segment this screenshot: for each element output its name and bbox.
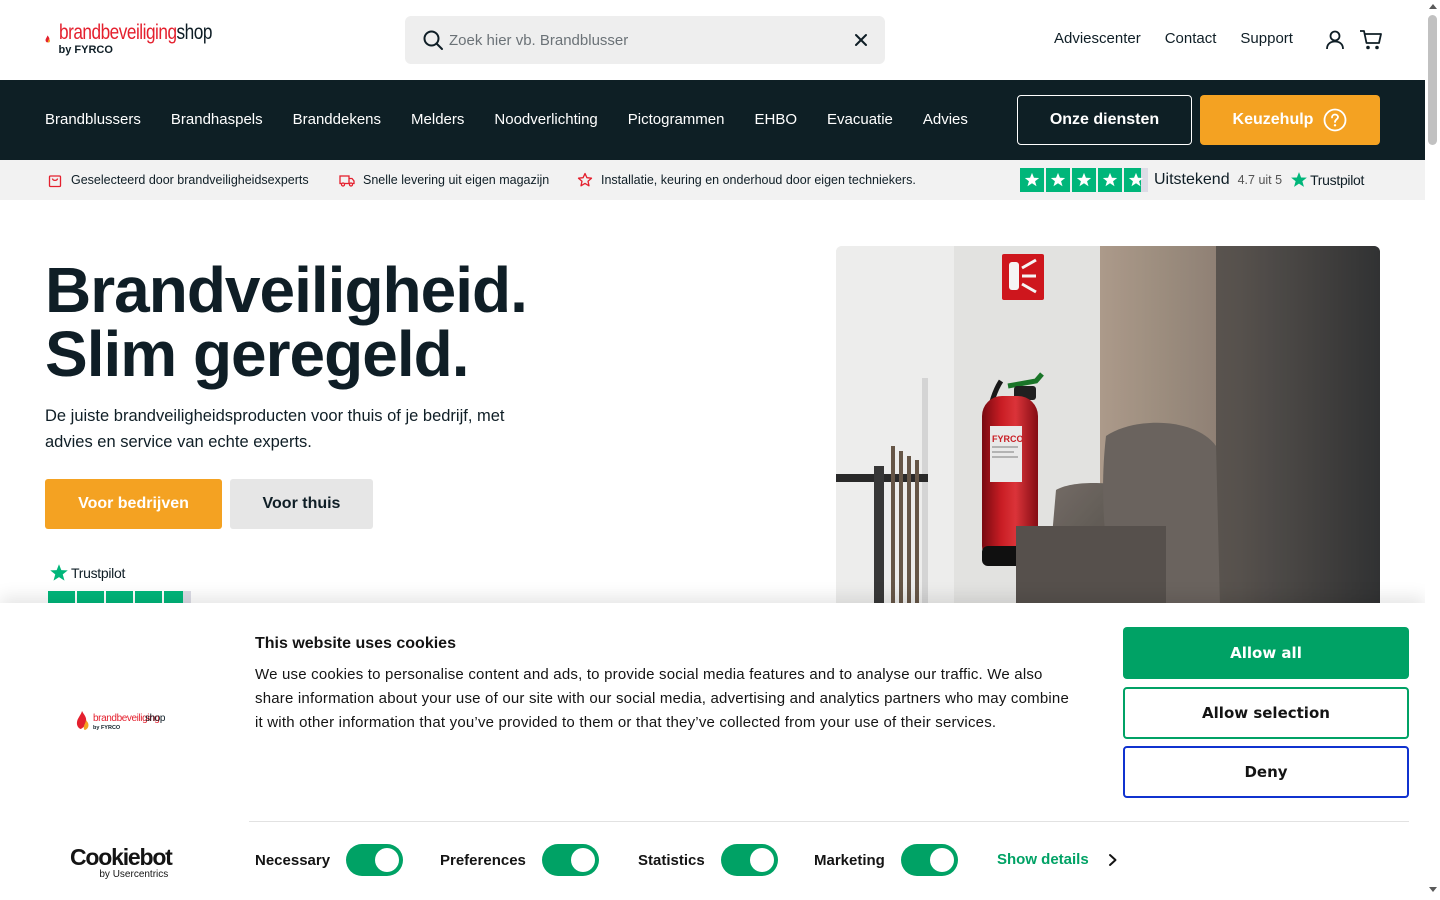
star-outline-icon: [577, 172, 593, 187]
show-details-link[interactable]: Show details: [997, 851, 1119, 868]
topnav-adviescenter[interactable]: Adviescenter: [1054, 30, 1141, 47]
toggle-necessary-switch[interactable]: [346, 844, 404, 876]
trustpilot-star-icon: [1098, 168, 1122, 192]
search-icon[interactable]: [422, 29, 444, 51]
nav-pictogrammen[interactable]: Pictogrammen: [628, 111, 725, 128]
logo-wordmark: brandbeveiligingshop by FYRCO: [59, 22, 246, 56]
toggle-statistics-switch[interactable]: [720, 844, 778, 876]
hero-title-line2: Slim geregeld.: [45, 318, 469, 390]
clear-search-icon[interactable]: [851, 30, 871, 50]
trustpilot-stars: [1020, 168, 1148, 192]
nav-branddekens[interactable]: Branddekens: [293, 111, 381, 128]
trustpilot-score: 4.7 uit 5: [1237, 173, 1283, 187]
hero-subtitle: De juiste brandveiligheidsproducten voor…: [45, 407, 505, 451]
hero-trustpilot-brand: Trustpilot: [71, 565, 126, 581]
flame-logo-icon: [45, 35, 51, 43]
page-scrollbar[interactable]: [1425, 0, 1440, 900]
usp-item-experts: Geselecteerd door brandveiligheidsexpert…: [47, 172, 309, 188]
usp-text-delivery: Snelle levering uit eigen magazijn: [363, 173, 550, 187]
show-details-label: Show details: [997, 851, 1089, 868]
hero-title-line1: Brandveiligheid.: [45, 254, 528, 326]
hero-title: Brandveiligheid. Slim geregeld.: [45, 258, 528, 386]
trustpilot-star-half-icon: [1124, 168, 1148, 192]
top-navigation: Adviescenter Contact Support: [1054, 30, 1317, 47]
nav-brandblussers[interactable]: Brandblussers: [45, 111, 141, 128]
cookie-site-logo: brandbeveiliging shop by FYRCO: [76, 709, 168, 736]
home-button[interactable]: Voor thuis: [230, 479, 373, 529]
toggle-statistics: Statistics: [638, 844, 778, 876]
nav-melders[interactable]: Melders: [411, 111, 464, 128]
nav-advies[interactable]: Advies: [923, 111, 968, 128]
trustpilot-star-icon: [1072, 168, 1096, 192]
allow-all-button[interactable]: Allow all: [1123, 627, 1409, 679]
toggle-statistics-label: Statistics: [638, 851, 705, 869]
deny-button[interactable]: Deny: [1123, 746, 1409, 798]
cookiebot-byline: by Usercentrics: [99, 869, 169, 880]
flame-logo-icon: brandbeveiliging shop by FYRCO: [76, 711, 166, 731]
help-button-label: Keuzehulp: [1232, 111, 1314, 128]
services-button[interactable]: Onze diensten: [1017, 95, 1192, 145]
cookiebot-name: Cookiebot: [70, 844, 173, 870]
cookie-text: We use cookies to personalise content an…: [255, 666, 1069, 731]
allow-selection-button[interactable]: Allow selection: [1123, 687, 1409, 739]
trustpilot-rating-word: Uitstekend: [1154, 171, 1230, 188]
trustpilot-star-logo-icon: [50, 564, 68, 581]
search-input[interactable]: [449, 16, 839, 64]
help-button[interactable]: Keuzehulp: [1200, 95, 1380, 145]
hero-trustpilot-logo[interactable]: Trustpilot: [49, 563, 125, 583]
nav-evacuatie[interactable]: Evacuatie: [827, 111, 893, 128]
usp-text-installation: Installatie, keuring en onderhoud door e…: [601, 173, 916, 187]
site-logo[interactable]: brandbeveiligingshop by FYRCO: [45, 16, 245, 62]
usp-item-installation: Installatie, keuring en onderhoud door e…: [577, 172, 916, 188]
trustpilot-widget[interactable]: Uitstekend 4.7 uit 5 Trustpilot: [1020, 168, 1364, 192]
site-header: brandbeveiligingshop by FYRCO Adviescent…: [0, 0, 1425, 80]
hero-image: FYRCO: [836, 246, 1380, 606]
account-icon[interactable]: [1324, 29, 1346, 51]
trustpilot-brand: Trustpilot: [1310, 172, 1365, 188]
usp-text-experts: Geselecteerd door brandveiligheidsexpert…: [71, 173, 309, 187]
scroll-down-arrow-icon[interactable]: [1429, 887, 1437, 892]
cookie-title: This website uses cookies: [255, 635, 456, 652]
nav-noodverlichting[interactable]: Noodverlichting: [494, 111, 597, 128]
toggle-marketing-label: Marketing: [814, 851, 885, 869]
topnav-support[interactable]: Support: [1240, 30, 1293, 47]
trustpilot-star-icon: [1046, 168, 1070, 192]
search-bar: [405, 16, 885, 64]
business-button[interactable]: Voor bedrijven: [45, 479, 222, 529]
scroll-up-arrow-icon[interactable]: [1429, 4, 1437, 9]
toggle-preferences-label: Preferences: [440, 851, 526, 869]
nav-ehbo[interactable]: EHBO: [754, 111, 797, 128]
topnav-contact[interactable]: Contact: [1165, 30, 1217, 47]
main-navigation: Brandblussers Brandhaspels Branddekens M…: [0, 80, 1425, 160]
toggle-preferences-switch[interactable]: [541, 844, 599, 876]
scroll-thumb[interactable]: [1428, 15, 1437, 145]
cookiebot-logo: Cookiebot by Usercentrics: [70, 844, 173, 881]
logo-part2: shop: [176, 21, 212, 44]
trustpilot-star-logo-icon: [1291, 172, 1307, 187]
toggle-preferences: Preferences: [440, 844, 599, 876]
question-circle-icon: [1324, 108, 1347, 132]
cookie-logo-part2: shop: [145, 713, 166, 724]
trustpilot-star-icon: [1020, 168, 1044, 192]
cookie-divider: [249, 821, 1409, 822]
cookie-logo-byline: by FYRCO: [93, 725, 121, 731]
toggle-marketing-switch[interactable]: [900, 844, 958, 876]
fire-extinguisher-photo: FYRCO: [836, 246, 1380, 606]
chevron-right-icon: [1108, 853, 1117, 866]
usp-bar: Geselecteerd door brandveiligheidsexpert…: [0, 160, 1425, 200]
toggle-marketing: Marketing: [814, 844, 958, 876]
category-menu: Brandblussers Brandhaspels Branddekens M…: [45, 111, 998, 128]
nav-brandhaspels[interactable]: Brandhaspels: [171, 111, 263, 128]
truck-icon: [339, 175, 355, 187]
bag-icon: [48, 175, 62, 188]
toggle-necessary-label: Necessary: [255, 851, 331, 869]
logo-byline: by FYRCO: [58, 44, 113, 56]
toggle-necessary: Necessary: [255, 844, 404, 876]
usp-item-delivery: Snelle levering uit eigen magazijn: [339, 172, 549, 188]
logo-part1: brandbeveiliging: [58, 21, 177, 44]
cart-icon[interactable]: [1359, 29, 1383, 51]
trustpilot-logo: Trustpilot: [1290, 171, 1364, 189]
